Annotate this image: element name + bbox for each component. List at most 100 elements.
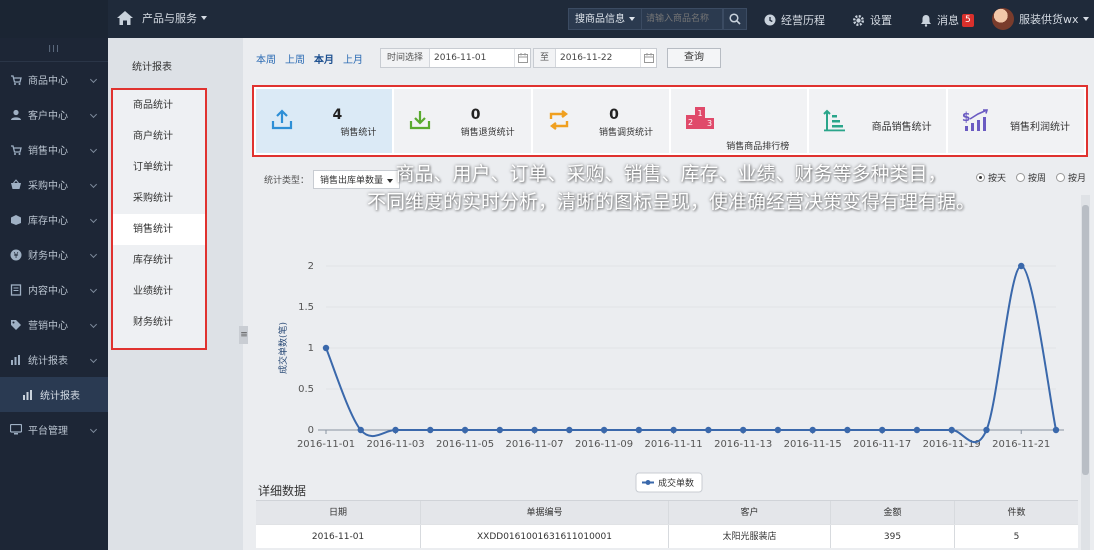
messages-link[interactable]: 消息 5 — [920, 12, 974, 28]
chevron-down-icon — [201, 16, 207, 20]
search-bar: 搜商品信息 — [568, 8, 747, 30]
data-point — [809, 426, 816, 434]
report-menu-item[interactable]: 业绩统计 — [113, 276, 205, 307]
stat-label: 销售统计 — [340, 128, 377, 138]
column-header[interactable]: 件数 — [955, 501, 1078, 524]
sidebar-item-2[interactable]: 销售中心 — [0, 132, 108, 167]
search-category-select[interactable]: 搜商品信息 — [568, 8, 641, 30]
y-axis-label: 成交单数(笔) — [277, 322, 289, 374]
report-menu-item[interactable]: 库存统计 — [113, 245, 205, 276]
y-tick-label: 1.5 — [298, 302, 314, 313]
sidebar-item-5[interactable]: ¥ 财务中心 — [0, 237, 108, 272]
avatar — [992, 8, 1014, 30]
series-line — [325, 264, 1057, 444]
sidebar-toggle[interactable]: III — [0, 38, 108, 62]
data-point — [705, 426, 712, 434]
search-button[interactable] — [723, 8, 747, 30]
sidebar-item-label: 财务中心 — [28, 251, 68, 262]
data-point — [739, 426, 747, 434]
stat-label: 销售调货统计 — [598, 128, 653, 138]
calendar-icon[interactable] — [514, 49, 530, 67]
data-point — [461, 426, 469, 434]
query-button[interactable]: 查询 — [667, 48, 722, 68]
sidebar-item-8[interactable]: 统计报表 — [0, 342, 108, 377]
report-menu-item[interactable]: 商户统计 — [113, 121, 205, 152]
user-name: 服装供货wx — [1019, 13, 1079, 26]
stat-card-sales-return[interactable]: 0 销售退货统计 — [394, 89, 531, 153]
start-date-value[interactable]: 2016-11-01 — [430, 53, 514, 63]
end-date-value[interactable]: 2016-11-22 — [556, 53, 640, 63]
stat-card-product-sales[interactable]: 商品销售统计 — [809, 89, 946, 153]
bar-sort-icon — [823, 109, 846, 132]
sidebar-item-label: 营销中心 — [28, 321, 68, 332]
legend-label: 成交单数 — [658, 477, 694, 489]
report-menu-item[interactable]: 销售统计 — [113, 214, 205, 245]
chevron-down-icon — [89, 180, 98, 189]
products-services-label: 产品与服务 — [142, 12, 197, 25]
quick-this-week[interactable]: 本周 — [256, 51, 276, 66]
calendar-icon[interactable] — [640, 49, 656, 67]
sidebar-item-label: 商品中心 — [28, 76, 68, 87]
products-services-menu[interactable]: 产品与服务 — [116, 10, 207, 26]
sidebar-item-4[interactable]: 库存中心 — [0, 202, 108, 237]
table-cell: 太阳光服装店 — [669, 525, 831, 548]
table-header: 日期 单据编号 客户 金额 件数 — [256, 500, 1078, 524]
detail-table: 日期 单据编号 客户 金额 件数 2016-11-01 XXDD01610016316110… — [256, 500, 1078, 548]
sidebar-item-6[interactable]: 内容中心 — [0, 272, 108, 307]
cart-icon — [11, 74, 22, 85]
data-point — [878, 426, 886, 434]
data-point — [1018, 262, 1025, 270]
sidebar-item-label: 采购中心 — [28, 181, 68, 192]
quick-last-week[interactable]: 上周 — [285, 51, 305, 66]
quick-last-month[interactable]: 上月 — [343, 51, 363, 66]
swap-icon — [549, 110, 568, 130]
report-menu-item[interactable]: 采购统计 — [113, 183, 205, 214]
stat-card-ranking[interactable]: 12 3 销售商品排行榜 — [670, 89, 808, 153]
page-scrollbar[interactable] — [1081, 195, 1090, 550]
sidebar-item-platform[interactable]: 平台管理 — [0, 412, 108, 447]
chevron-down-icon — [89, 320, 98, 329]
table-row[interactable]: 2016-11-01 XXDD0161001631611010001 太阳光服装店 3… — [256, 524, 1078, 548]
sidebar-item-3[interactable]: 采购中心 — [0, 167, 108, 202]
column-header[interactable]: 金额 — [831, 501, 955, 524]
sidebar-item-label: 库存中心 — [28, 216, 68, 227]
svg-text:$: $ — [962, 110, 970, 124]
data-point — [566, 426, 573, 434]
sidebar-item-7[interactable]: 营销中心 — [0, 307, 108, 342]
scrollbar-thumb[interactable] — [1082, 205, 1089, 475]
shopping-icon — [11, 144, 22, 155]
report-menu-item[interactable]: 商品统计 — [113, 90, 205, 121]
data-point — [392, 426, 399, 434]
quick-this-month[interactable]: 本月 — [314, 51, 334, 66]
gear-icon — [852, 14, 865, 26]
box-icon — [11, 214, 21, 225]
stat-card-profit[interactable]: $ 销售利润统计 — [947, 89, 1084, 153]
chevron-down-icon — [89, 425, 98, 434]
column-header[interactable]: 日期 — [256, 501, 421, 524]
stat-label: 商品销售统计 — [871, 122, 932, 133]
bell-icon — [921, 14, 931, 27]
date-label: 时间选择 — [381, 49, 431, 67]
sidebar-item-0[interactable]: 商品中心 — [0, 62, 108, 97]
upload-icon — [271, 109, 293, 130]
stat-value: 0 — [470, 107, 481, 123]
end-date-picker[interactable]: 至 2016-11-22 — [533, 48, 658, 68]
search-input[interactable] — [641, 8, 723, 30]
report-menu-item[interactable]: 财务统计 — [113, 307, 205, 338]
sidebar-item-1[interactable]: 客户中心 — [0, 97, 108, 132]
settings-link[interactable]: 设置 — [852, 12, 892, 28]
data-point — [670, 426, 677, 434]
filter-row: 本周 上周 本月 上月 时间选择 2016-11-01 至 2016-11-22… — [256, 48, 722, 68]
x-tick-label: 2016-11-15 — [784, 439, 842, 450]
stat-card-sales[interactable]: 4 销售统计 — [256, 89, 393, 153]
user-menu[interactable]: 服装供货wx — [992, 8, 1089, 30]
column-header[interactable]: 单据编号 — [421, 501, 669, 524]
report-menu-item[interactable]: 订单统计 — [113, 152, 205, 183]
detail-title: 详细数据 — [258, 484, 307, 498]
column-header[interactable]: 客户 — [669, 501, 831, 524]
chart-icon — [11, 354, 20, 365]
sidebar-subitem-reports[interactable]: 统计报表 — [0, 377, 108, 412]
history-link[interactable]: 经营历程 — [764, 12, 825, 28]
stat-card-sales-transfer[interactable]: 0 销售调货统计 — [532, 89, 669, 153]
start-date-picker[interactable]: 时间选择 2016-11-01 — [380, 48, 532, 68]
